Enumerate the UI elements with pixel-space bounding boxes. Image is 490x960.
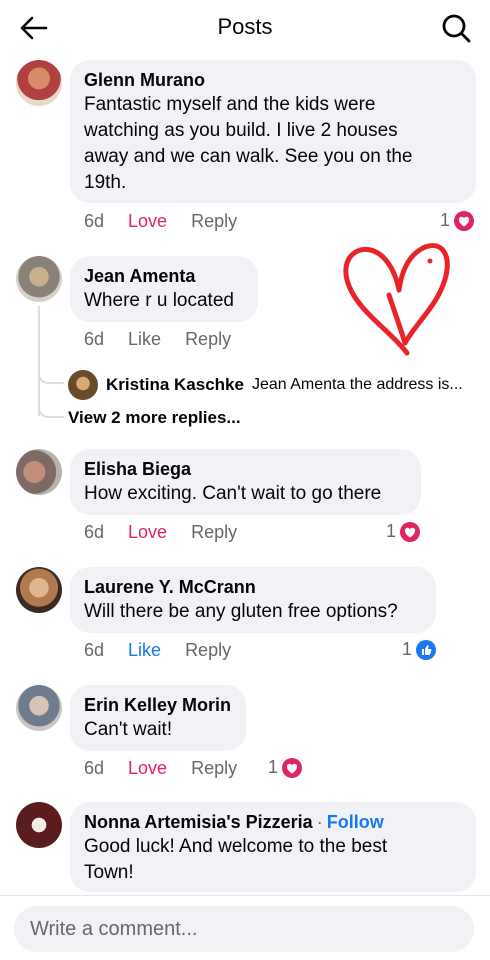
reply-text: Jean Amenta the address is...: [251, 376, 463, 393]
comment-time: 6d: [84, 211, 105, 231]
comment-composer: [0, 895, 490, 960]
heart-doodle-icon: [343, 243, 450, 356]
comment-bubble[interactable]: Jean Amenta Where r u located: [70, 256, 258, 322]
avatar[interactable]: [16, 60, 62, 106]
like-button[interactable]: Like: [128, 640, 161, 661]
thread-connector: [38, 406, 64, 418]
reaction-count[interactable]: 1: [386, 521, 421, 542]
avatar[interactable]: [16, 256, 62, 302]
reply-button[interactable]: Reply: [185, 640, 231, 661]
comment-actions: 6d Like Reply: [84, 329, 231, 350]
comment-text: Fantastic myself and the kids were: [84, 94, 376, 115]
reaction-count[interactable]: 1: [268, 757, 303, 778]
comment-text: Where r u located: [84, 290, 234, 311]
comment-actions: 6d Love Reply: [84, 211, 237, 232]
reaction-count[interactable]: 1: [440, 210, 475, 231]
avatar[interactable]: [16, 802, 62, 848]
comment-text: away and we can walk. See you on the: [84, 146, 413, 167]
reply-button[interactable]: Reply: [191, 522, 237, 543]
reply-button[interactable]: Reply: [185, 329, 231, 350]
reply-button[interactable]: Reply: [191, 211, 237, 232]
comment-bubble[interactable]: Nonna Artemisia's Pizzeria · Follow Good l…: [70, 802, 476, 892]
comment-author[interactable]: Glenn Murano: [84, 68, 462, 92]
comment-time: 6d: [84, 640, 105, 660]
comment-input[interactable]: [14, 906, 474, 952]
comment-author-row: Nonna Artemisia's Pizzeria · Follow: [84, 810, 462, 834]
reply-button[interactable]: Reply: [191, 758, 237, 779]
heart-reaction-icon: [454, 210, 475, 231]
reaction-count-label: 1: [386, 521, 397, 541]
search-icon[interactable]: [440, 12, 472, 44]
reply-preview[interactable]: Kristina Kaschke Jean Amenta the address…: [68, 370, 463, 400]
comment-time: 6d: [84, 758, 105, 778]
avatar[interactable]: [16, 685, 62, 731]
reaction-count-label: 1: [268, 757, 279, 777]
comment-author[interactable]: Laurene Y. McCrann: [84, 575, 422, 599]
reaction-count[interactable]: 1: [402, 639, 437, 660]
comment-actions: 6d Love Reply: [84, 522, 237, 543]
comment-actions: 6d Like Reply: [84, 640, 231, 661]
comment-text: How exciting. Can't wait to go there: [84, 483, 382, 504]
comment-author[interactable]: Jean Amenta: [84, 264, 244, 288]
love-button[interactable]: Love: [128, 522, 167, 543]
page-title: Posts: [217, 14, 273, 39]
top-bar: Posts: [0, 0, 490, 56]
reaction-count-label: 1: [402, 639, 413, 659]
comment-bubble[interactable]: Erin Kelley Morin Can't wait!: [70, 685, 246, 751]
separator-dot: ·: [316, 812, 323, 832]
view-more-replies-link[interactable]: View 2 more replies...: [68, 408, 241, 428]
love-button[interactable]: Love: [128, 758, 167, 779]
comment-time: 6d: [84, 522, 105, 542]
heart-reaction-icon: [282, 757, 303, 778]
comment-actions: 6d Love Reply: [84, 758, 237, 779]
follow-button[interactable]: Follow: [327, 812, 384, 832]
comment-author[interactable]: Elisha Biega: [84, 457, 407, 481]
avatar[interactable]: [16, 567, 62, 613]
comment-time: 6d: [84, 329, 105, 349]
avatar[interactable]: [16, 449, 62, 495]
comment-text: 19th.: [84, 172, 127, 193]
comment-author[interactable]: Nonna Artemisia's Pizzeria: [84, 812, 313, 832]
comment-text: Town!: [84, 862, 134, 883]
like-button[interactable]: Like: [128, 329, 161, 350]
thread-line: [38, 306, 40, 416]
thread-connector: [38, 372, 64, 384]
thumbs-up-reaction-icon: [416, 639, 437, 660]
heart-reaction-icon: [400, 521, 421, 542]
comment-text: watching as you build. I live 2 houses: [84, 120, 398, 141]
comment-bubble[interactable]: Glenn Murano Fantastic myself and the ki…: [70, 60, 476, 203]
comment-text: Will there be any gluten free options?: [84, 601, 398, 622]
comment-author[interactable]: Erin Kelley Morin: [84, 693, 232, 717]
avatar: [68, 370, 98, 400]
comment-text: Can't wait!: [84, 719, 173, 740]
reaction-count-label: 1: [440, 210, 451, 230]
comment-text: Good luck! And welcome to the best: [84, 836, 388, 857]
love-button[interactable]: Love: [128, 211, 167, 232]
comment-bubble[interactable]: Elisha Biega How exciting. Can't wait to…: [70, 449, 421, 515]
reply-author[interactable]: Kristina Kaschke: [106, 375, 244, 395]
comment-bubble[interactable]: Laurene Y. McCrann Will there be any glu…: [70, 567, 436, 633]
